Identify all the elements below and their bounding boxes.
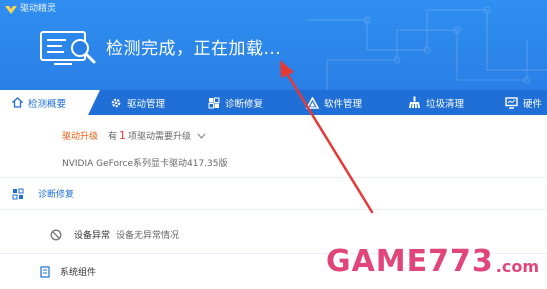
- tab-software-management[interactable]: 软件管理: [306, 90, 362, 115]
- app-logo-icon: [5, 6, 17, 14]
- tab-label: 检测概要: [28, 98, 67, 110]
- device-label: 设备异常: [74, 231, 111, 241]
- tab-junk-cleanup[interactable]: 垃圾清理: [408, 90, 464, 115]
- section-divider: [0, 177, 547, 178]
- device-status-row: 设备异常 设备无异常情况: [50, 228, 179, 241]
- tab-label: 软件管理: [324, 98, 363, 110]
- watermark-main: GAME773: [325, 244, 494, 279]
- tab-label: 垃圾清理: [426, 98, 465, 110]
- upgrade-count: 1: [119, 129, 127, 142]
- chevron-down-icon[interactable]: [197, 133, 206, 139]
- prohibited-icon: [50, 229, 62, 241]
- device-desc: 设备无异常情况: [116, 231, 180, 241]
- tab-hardware[interactable]: 硬件: [505, 90, 542, 115]
- status-text: 检测完成，正在加载...: [106, 39, 282, 59]
- system-component-row: 系统组件: [40, 265, 96, 278]
- upgrade-prefix: 有: [108, 132, 118, 142]
- broom-icon: [408, 96, 421, 109]
- diagnose-icon: [12, 188, 24, 200]
- app-title: 驱动精灵: [20, 4, 57, 14]
- header-background-pattern: [307, 6, 547, 90]
- scan-monitor-icon: [40, 31, 96, 65]
- component-icon: [40, 265, 50, 278]
- driver-upgrade-label[interactable]: 驱动升级: [62, 129, 98, 142]
- section-divider: [0, 209, 547, 210]
- diagnose-label: 诊断修复: [38, 190, 75, 200]
- diagnose-section[interactable]: 诊断修复: [12, 187, 74, 200]
- watermark-suffix: .com: [495, 257, 539, 276]
- app-header: 驱动精灵 检测完成，正在加载...: [0, 0, 547, 90]
- tab-label: 诊断修复: [225, 98, 264, 110]
- tab-overview[interactable]: 检测概要: [0, 90, 100, 115]
- tab-driver-management[interactable]: 驱动管理: [110, 90, 165, 115]
- tab-diagnose-repair[interactable]: 诊断修复: [208, 90, 263, 115]
- driver-upgrade-row: 驱动升级 有 1 项驱动需要升级: [62, 129, 206, 142]
- tab-label: 硬件: [523, 98, 543, 110]
- tab-label: 驱动管理: [127, 98, 166, 110]
- puzzle-icon: [208, 97, 220, 109]
- home-icon: [12, 97, 23, 108]
- driver-item: NVIDIA GeForce系列显卡驱动417.35版: [62, 159, 228, 169]
- triangle-icon: [306, 96, 319, 109]
- main-tabbar: 检测概要 驱动管理 诊断修复 软件管理 垃圾清理 硬件: [0, 90, 547, 115]
- gear-icon: [110, 97, 122, 109]
- monitor-icon: [505, 96, 518, 109]
- upgrade-suffix: 项驱动需要升级: [128, 132, 192, 142]
- component-label: 系统组件: [60, 268, 97, 278]
- game773-watermark: GAME773 .com: [326, 246, 539, 278]
